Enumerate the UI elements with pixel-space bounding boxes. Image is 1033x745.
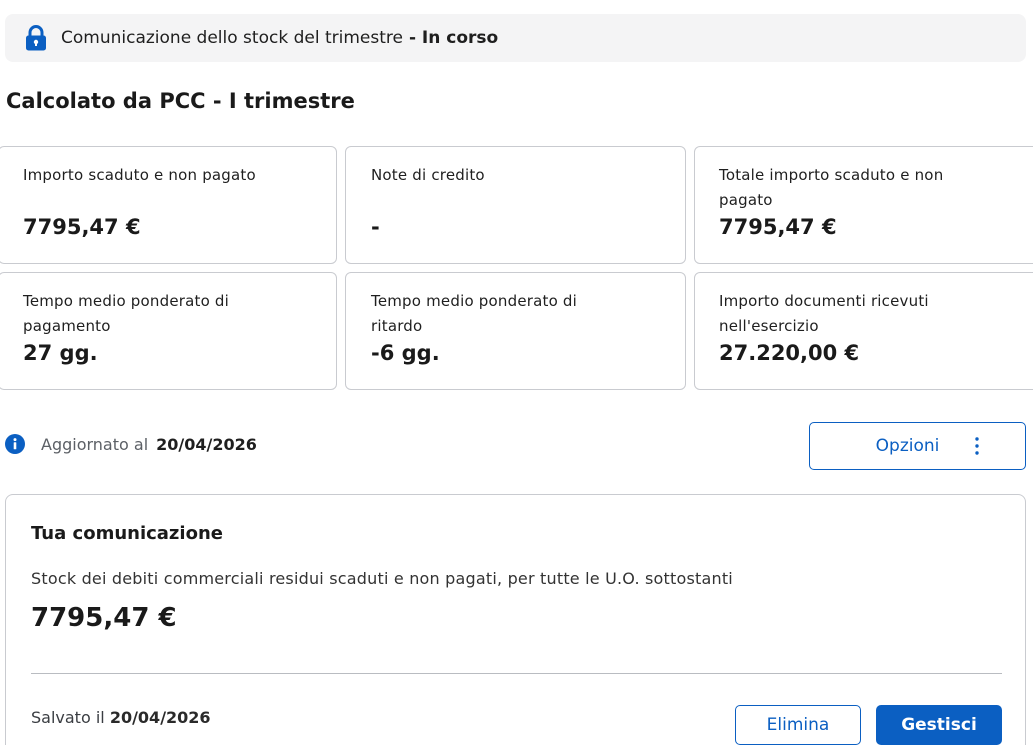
saved-date: 20/04/2026 [109,708,211,727]
card-value: -6 gg. [371,341,440,365]
updated-date: 20/04/2026 [156,434,257,454]
banner-status: - In corso [408,28,499,48]
summary-card-payment-time: Tempo medio ponderato di pagamento 27 gg… [0,272,337,390]
communication-amount: 7795,47 € [31,603,177,633]
card-value: 7795,47 € [719,215,837,239]
banner-text: Comunicazione dello stock del trimestre [61,28,403,48]
summary-card-documents: Importo documenti ricevuti nell'esercizi… [694,272,1033,390]
last-updated: Aggiornato al 20/04/2026 [5,434,257,454]
delete-button[interactable]: Elimina [735,705,861,745]
card-label: Tempo medio ponderato di pagamento [23,292,230,335]
manage-button[interactable]: Gestisci [876,705,1002,745]
card-value: 27 gg. [23,341,98,365]
card-label: Note di credito [371,166,485,184]
card-label: Totale importo scaduto e non pagato [719,166,944,209]
card-label: Importo documenti ricevuti nell'esercizi… [719,292,929,335]
page-title: Calcolato da PCC - I trimestre [6,89,355,113]
saved-label: Salvato il [31,708,105,727]
status-banner: Comunicazione dello stock del trimestre … [5,14,1026,62]
summary-card-total-overdue: Totale importo scaduto e non pagato 7795… [694,146,1033,264]
info-icon [5,434,25,454]
summary-card-overdue: Importo scaduto e non pagato 7795,47 € [0,146,337,264]
kebab-menu-icon [975,437,980,455]
saved-info: Salvato il 20/04/2026 [31,708,211,727]
options-button[interactable]: Opzioni [809,422,1026,470]
card-label: Importo scaduto e non pagato [23,166,256,184]
options-label: Opzioni [875,436,940,456]
lock-icon [26,25,46,51]
card-value: - [371,215,380,239]
card-value: 7795,47 € [23,215,141,239]
card-value: 27.220,00 € [719,341,860,365]
communication-panel: Tua comunicazione Stock dei debiti comme… [5,494,1026,745]
summary-card-delay-time: Tempo medio ponderato di ritardo -6 gg. [345,272,686,390]
card-label: Tempo medio ponderato di ritardo [371,292,578,335]
updated-label: Aggiornato al [41,434,149,454]
divider [31,673,1002,674]
communication-description: Stock dei debiti commerciali residui sca… [31,569,733,588]
communication-title: Tua comunicazione [31,523,223,544]
summary-card-credit-notes: Note di credito - [345,146,686,264]
